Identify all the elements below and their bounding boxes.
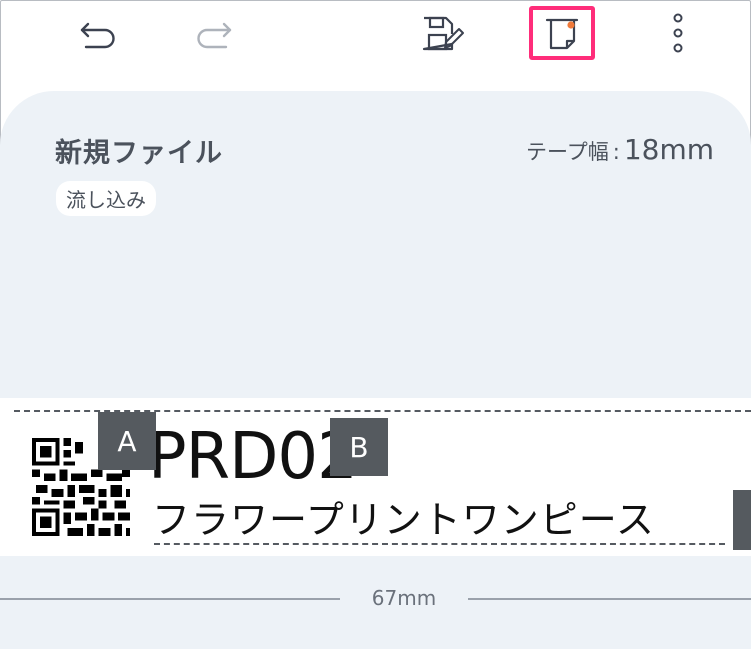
length-line-right <box>468 598 751 600</box>
print-label-button[interactable] <box>529 6 595 60</box>
length-line-left <box>0 598 340 600</box>
file-title: 新規ファイル <box>55 138 223 169</box>
object-marker-b[interactable]: B <box>330 418 388 476</box>
redo-icon <box>197 22 232 49</box>
save-edit-icon <box>422 16 464 51</box>
label-length: 67mm <box>371 586 437 610</box>
undo-icon <box>80 22 115 49</box>
print-status-dot <box>567 21 575 29</box>
more-vertical-icon <box>673 13 683 53</box>
tape-width-label: テープ幅 <box>525 140 609 164</box>
more-options-button[interactable] <box>660 10 696 58</box>
save-button[interactable] <box>414 10 470 58</box>
tape-width-separator: : <box>612 140 620 164</box>
object-marker-a[interactable]: A <box>98 412 156 470</box>
tape-width-value: 18mm <box>623 133 714 166</box>
undo-button[interactable] <box>70 12 126 58</box>
resize-handle-right[interactable] <box>733 490 751 550</box>
tape-width-info: テープ幅:18mm <box>526 133 714 166</box>
mode-badge: 流し込み <box>56 181 156 216</box>
print-label-icon <box>545 18 579 50</box>
text-baseline-guide <box>154 543 725 545</box>
redo-button[interactable] <box>186 12 242 58</box>
label-product-text[interactable]: フラワープリントワンピース <box>152 496 655 544</box>
label-code-text[interactable]: PRD02 <box>148 418 358 496</box>
